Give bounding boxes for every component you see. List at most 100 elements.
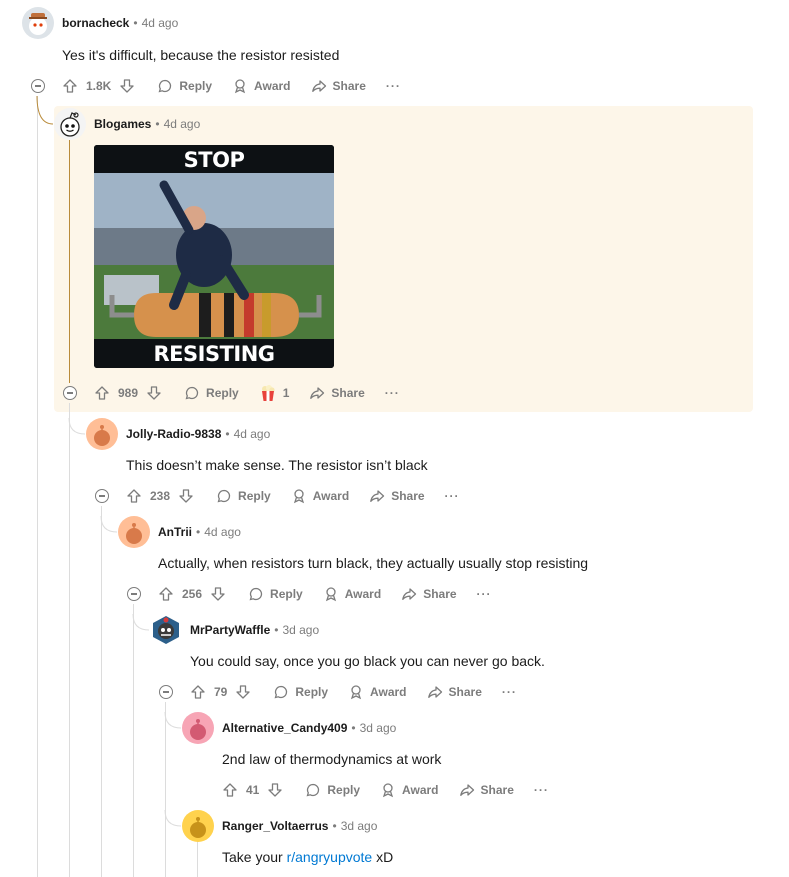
avatar[interactable] (22, 7, 54, 39)
vote-count: 989 (118, 386, 139, 400)
share-label: Share (448, 685, 482, 699)
vote-control: 256 (158, 586, 226, 602)
username[interactable]: Jolly-Radio-9838 (126, 427, 221, 441)
comment-text-suffix: xD (372, 849, 394, 865)
timestamp[interactable]: 3d ago (360, 721, 397, 735)
more-options-button[interactable]: ··· (385, 386, 400, 400)
thread-line-level-2-lower[interactable] (69, 403, 70, 877)
avatar[interactable] (182, 712, 214, 744)
reply-label: Reply (179, 79, 213, 93)
reply-button[interactable]: Reply (216, 488, 271, 504)
timestamp[interactable]: 4d ago (142, 16, 179, 30)
reply-button[interactable]: Reply (157, 78, 212, 94)
popcorn-award-icon (261, 385, 275, 401)
collapse-thread-button[interactable] (159, 685, 173, 699)
reply-icon (185, 386, 199, 400)
collapse-thread-button[interactable] (95, 489, 109, 503)
timestamp[interactable]: 3d ago (341, 819, 378, 833)
downvote-icon[interactable] (235, 684, 251, 700)
comment-body: Actually, when resistors turn black, the… (158, 555, 589, 571)
username[interactable]: MrPartyWaffle (190, 623, 270, 637)
reply-button[interactable]: Reply (248, 586, 303, 602)
timestamp[interactable]: 4d ago (234, 427, 271, 441)
separator: • (196, 525, 201, 539)
upvote-icon[interactable] (222, 782, 238, 798)
thread-line-level-3[interactable] (101, 506, 102, 877)
reply-label: Reply (295, 685, 329, 699)
downvote-icon[interactable] (267, 782, 283, 798)
downvote-icon[interactable] (178, 488, 194, 504)
comment-body: Take your r/angryupvote xD (222, 849, 393, 865)
thread-line-level-6[interactable] (197, 840, 198, 877)
upvote-icon[interactable] (126, 488, 142, 504)
vote-count: 79 (214, 685, 228, 699)
username[interactable]: Blogames (94, 117, 151, 131)
upvote-icon[interactable] (190, 684, 206, 700)
separator: • (133, 16, 138, 30)
thread-line-level-1[interactable] (37, 96, 38, 877)
reply-button[interactable]: Reply (184, 385, 239, 401)
avatar[interactable] (54, 108, 86, 140)
share-button[interactable]: Share (311, 78, 366, 94)
thread-line-level-4[interactable] (133, 604, 134, 877)
award-icon (293, 489, 304, 504)
timestamp[interactable]: 4d ago (164, 117, 201, 131)
thread-line-level-2[interactable] (69, 140, 70, 383)
avatar[interactable] (118, 516, 150, 548)
downvote-icon[interactable] (146, 385, 162, 401)
downvote-icon[interactable] (119, 78, 135, 94)
downvote-icon[interactable] (210, 586, 226, 602)
timestamp[interactable]: 3d ago (282, 623, 319, 637)
avatar[interactable] (182, 810, 214, 842)
vote-count: 238 (150, 489, 171, 503)
share-icon (311, 80, 326, 92)
collapse-thread-button[interactable] (127, 587, 141, 601)
award-button[interactable]: Award (323, 586, 381, 602)
comment-body: This doesn’t make sense. The resistor is… (126, 457, 428, 473)
award-count: 1 (282, 386, 290, 400)
share-button[interactable]: Share (401, 586, 457, 602)
share-icon (370, 490, 385, 502)
award-button[interactable]: Award (291, 488, 349, 504)
reply-button[interactable]: Reply (305, 782, 360, 798)
comment-body: You could say, once you go black you can… (190, 653, 545, 669)
share-button[interactable]: Share (427, 684, 482, 700)
share-label: Share (423, 587, 457, 601)
upvote-icon[interactable] (158, 586, 174, 602)
award-button[interactable]: Award (348, 684, 407, 700)
share-button[interactable]: Share (309, 385, 365, 401)
more-options-button[interactable]: ··· (386, 79, 401, 93)
more-options-button[interactable]: ··· (534, 783, 549, 797)
username[interactable]: Ranger_Voltaerrus (222, 819, 328, 833)
upvote-icon[interactable] (62, 78, 78, 94)
meme-bottom-text: RESISTING (153, 342, 275, 366)
award-count-button[interactable]: 1 (259, 384, 290, 402)
timestamp[interactable]: 4d ago (204, 525, 241, 539)
subreddit-link[interactable]: r/angryupvote (287, 849, 373, 865)
username[interactable]: AnTrii (158, 525, 192, 539)
reply-button[interactable]: Reply (273, 684, 328, 700)
more-options-button[interactable]: ··· (445, 489, 460, 503)
reply-icon (249, 587, 263, 601)
award-icon (382, 783, 394, 798)
award-button[interactable]: Award (232, 78, 291, 94)
share-button[interactable]: Share (369, 488, 425, 504)
thread-line-level-5[interactable] (165, 702, 166, 877)
avatar[interactable] (86, 418, 118, 450)
award-label: Award (312, 489, 350, 503)
reply-icon (217, 489, 231, 503)
vote-count: 256 (182, 587, 203, 601)
more-options-button[interactable]: ··· (477, 587, 492, 601)
username[interactable]: Alternative_Candy409 (222, 721, 347, 735)
more-options-button[interactable]: ··· (502, 685, 517, 699)
vote-count: 41 (246, 783, 260, 797)
reply-icon (274, 685, 288, 699)
award-button[interactable]: Award (380, 782, 439, 798)
meme-image[interactable]: STOP RESISTING (94, 145, 334, 368)
collapse-thread-button[interactable] (63, 386, 77, 400)
share-button[interactable]: Share (459, 782, 514, 798)
username[interactable]: bornacheck (62, 16, 129, 30)
upvote-icon[interactable] (94, 385, 110, 401)
avatar[interactable] (150, 614, 182, 646)
collapse-thread-button[interactable] (31, 79, 45, 93)
